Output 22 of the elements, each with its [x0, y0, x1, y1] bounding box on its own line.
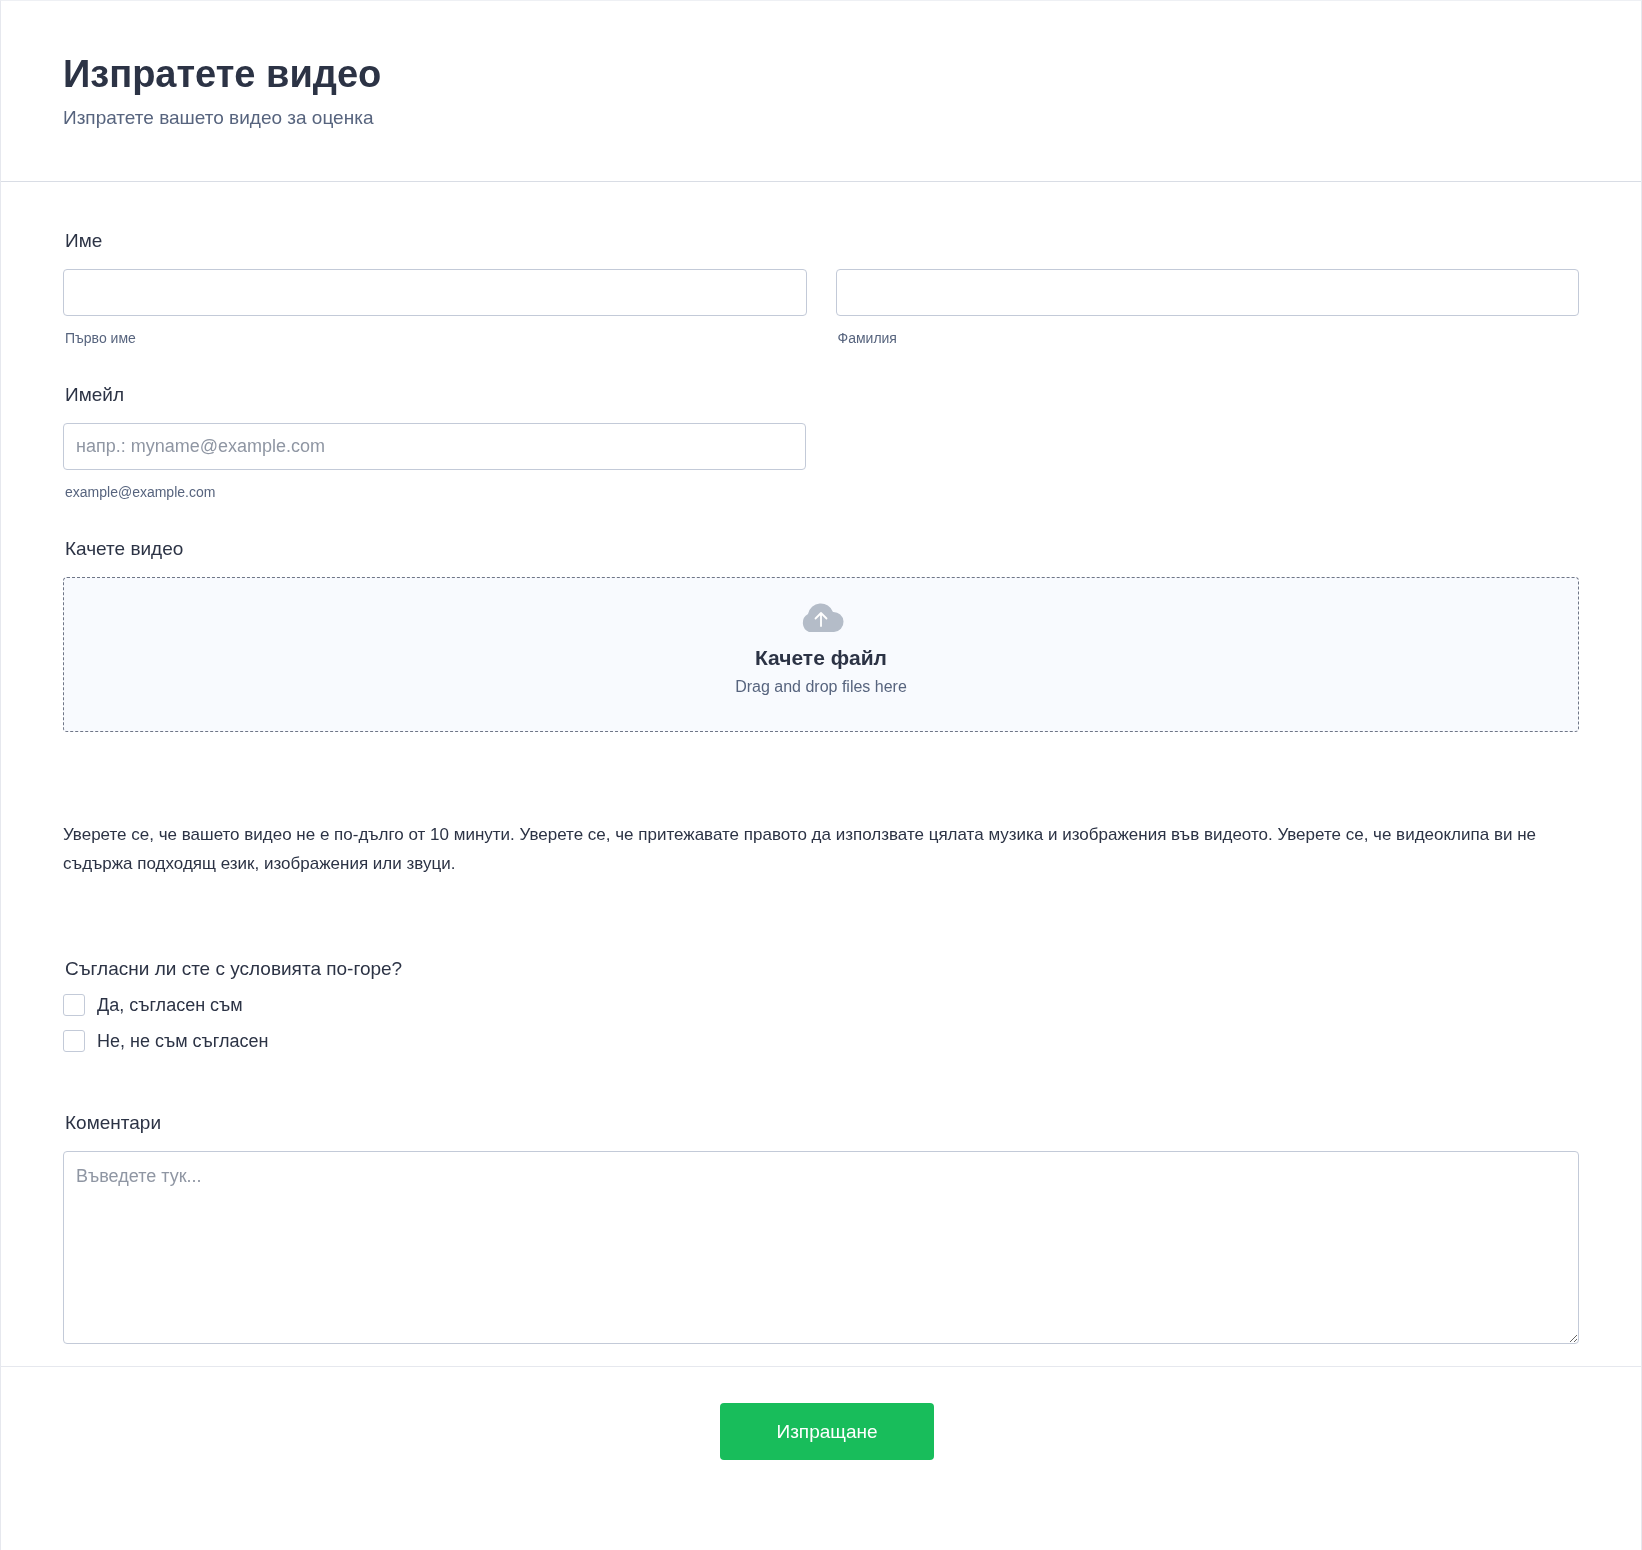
upload-dropzone[interactable]: Качете файл Drag and drop files here — [63, 577, 1579, 732]
field-hint: example@example.com — [65, 484, 217, 500]
field-label: Име — [65, 230, 104, 252]
field-label: Имейл — [65, 384, 125, 406]
field-sublabel: Фамилия — [837, 330, 898, 346]
upload-title: Качете файл — [755, 646, 887, 670]
input-field[interactable] — [63, 269, 807, 316]
field-label: Коментари — [65, 1112, 162, 1134]
question-label: Съгласни ли сте с условията по-горе? — [65, 958, 404, 980]
checkbox[interactable] — [63, 994, 85, 1016]
checkbox-label: Да, съгласен съм — [97, 994, 243, 1016]
comments-field[interactable]: Въведете тук... — [63, 1151, 1579, 1344]
notice-paragraph: Уверете се, че вашето видео не е по-дълго от 10 минути. Уверете се, че притежавате правото да използвате цялата музика и изображения във видеото. Уверете се, че видеоклипа ви не съдържа подходящ език, изображения или звуци. — [63, 824, 1537, 875]
field-label: Качете видео — [65, 538, 185, 560]
field-sublabel: Първо име — [65, 330, 137, 346]
checkbox[interactable] — [63, 1030, 85, 1052]
form-subtitle: Изпратете вашето видео за оценка — [63, 107, 375, 129]
email-field[interactable]: напр.: myname@example.com — [63, 423, 806, 470]
upload-hint: Drag and drop files here — [735, 678, 907, 696]
checkbox-label: Не, не съм съгласен — [97, 1030, 269, 1052]
input-field[interactable] — [835, 269, 1579, 316]
form-title: Изпратете видео — [63, 52, 383, 97]
